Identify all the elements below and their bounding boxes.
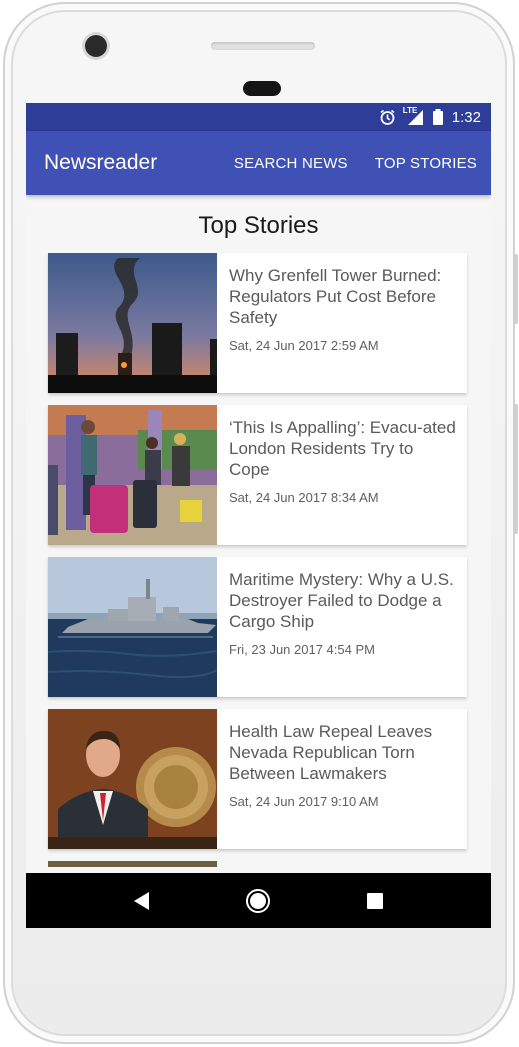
article-title: ‘This Is Appalling’: Evacu-ated London R… <box>229 418 456 479</box>
story-list[interactable]: Top Stories Why Grenfell Tower Burned: R… <box>26 195 491 873</box>
article-date: Fri, 23 Jun 2017 4:54 PM <box>229 642 375 657</box>
article-thumbnail <box>48 253 217 393</box>
recent-apps-icon[interactable] <box>366 892 383 909</box>
section-title: Top Stories <box>198 212 319 239</box>
article-card[interactable]: Maritime Mystery: Why a U.S. Destroyer F… <box>48 557 467 697</box>
battery-icon <box>432 108 444 126</box>
app-title: Newsreader <box>44 151 158 174</box>
search-news-button[interactable]: SEARCH NEWS <box>234 155 348 172</box>
alarm-icon <box>379 109 396 126</box>
status-time: 1:32 <box>451 108 481 126</box>
article-title: Maritime Mystery: Why a U.S. Destroyer F… <box>229 570 454 631</box>
system-nav-bar <box>26 873 491 928</box>
article-title: Health Law Repeal Leaves Nevada Republic… <box>229 722 433 783</box>
article-date: Sat, 24 Jun 2017 8:34 AM <box>229 490 379 505</box>
power-button <box>513 254 518 324</box>
article-thumbnail <box>48 557 217 697</box>
article-title: Why Grenfell Tower Burned: Regulators Pu… <box>229 266 442 327</box>
article-thumbnail <box>48 405 217 545</box>
home-icon[interactable] <box>245 888 270 913</box>
article-thumbnail <box>48 709 217 849</box>
article-card[interactable]: ‘This Is Appalling’: Evacu-ated London R… <box>48 405 467 545</box>
front-camera <box>85 35 107 57</box>
app-bar: Newsreader SEARCH NEWS TOP STORIES <box>26 131 491 195</box>
proximity-sensor <box>243 81 281 96</box>
article-date: Sat, 24 Jun 2017 9:10 AM <box>229 794 379 809</box>
article-card[interactable]: Why Grenfell Tower Burned: Regulators Pu… <box>48 253 467 393</box>
article-date: Sat, 24 Jun 2017 2:59 AM <box>229 338 379 353</box>
signal-icon: LTE <box>402 106 424 126</box>
status-bar: LTE 1:32 <box>26 103 491 131</box>
network-type: LTE <box>402 106 418 115</box>
back-icon[interactable] <box>134 891 150 910</box>
volume-button <box>513 404 518 534</box>
article-card[interactable]: Health Law Repeal Leaves Nevada Republic… <box>48 709 467 849</box>
top-stories-button[interactable]: TOP STORIES <box>375 155 477 172</box>
next-article-peek <box>48 861 217 867</box>
earpiece-speaker <box>211 42 315 50</box>
app-screen: LTE 1:32 Newsreader SEARCH NEWS TOP STOR… <box>26 103 491 928</box>
